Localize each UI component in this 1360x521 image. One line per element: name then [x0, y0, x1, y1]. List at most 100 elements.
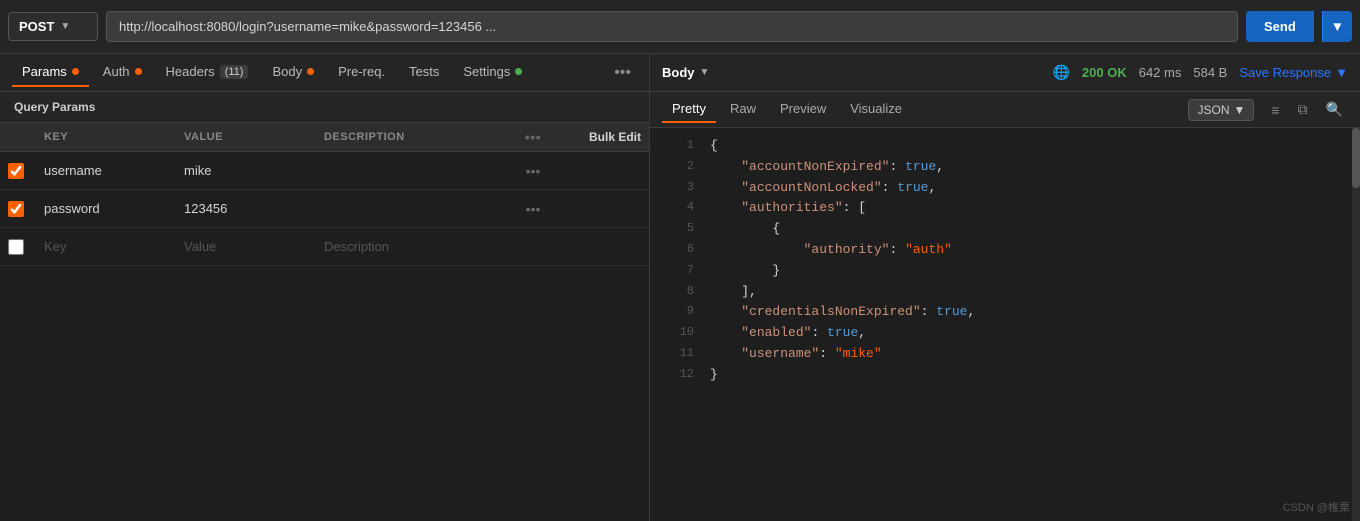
json-brace-close: } [710, 365, 718, 386]
col-header-value: VALUE [184, 131, 324, 143]
tab-prereq[interactable]: Pre-req. [328, 58, 395, 87]
col-header-description: DESCRIPTION [324, 131, 515, 143]
body-dropdown-icon[interactable]: ▼ [700, 67, 710, 78]
right-panel: Body ▼ 🌐 200 OK 642 ms 584 B Save Respon… [650, 54, 1360, 521]
tab-settings[interactable]: Settings [453, 58, 532, 87]
resp-tab-raw[interactable]: Raw [720, 96, 766, 123]
json-line-11: 11 "username": "mike" [650, 344, 1360, 365]
tab-headers[interactable]: Headers (11) [156, 58, 259, 87]
col-header-key: KEY [44, 131, 184, 143]
vertical-scrollbar[interactable] [1352, 128, 1360, 521]
line-num-1: 1 [658, 136, 694, 157]
json-key-credentialsNonExpired: "credentialsNonExpired" [741, 302, 920, 323]
method-label: POST [19, 19, 54, 34]
row1-checkbox[interactable] [8, 163, 24, 179]
json-val-accountNonExpired: true [905, 157, 936, 178]
json-line-2: 2 "accountNonExpired": true, [650, 157, 1360, 178]
line-num-12: 12 [658, 365, 694, 386]
status-badges: 🌐 200 OK 642 ms 584 B Save Response ▼ [1052, 64, 1348, 81]
tab-headers-label: Headers [166, 64, 215, 79]
json-line-9: 9 "credentialsNonExpired": true, [650, 302, 1360, 323]
row2-key: password [44, 201, 184, 216]
json-key-accountNonExpired: "accountNonExpired" [741, 157, 889, 178]
json-val-enabled: true [827, 323, 858, 344]
line-num-5: 5 [658, 219, 694, 240]
table-row: password 123456 ••• [0, 190, 649, 228]
row3-checkbox[interactable] [8, 239, 24, 255]
copy-icon[interactable]: ⧉ [1293, 98, 1313, 121]
send-button[interactable]: Send [1246, 11, 1314, 42]
auth-dot [135, 68, 142, 75]
json-line-12: 12 } [650, 365, 1360, 386]
tab-params[interactable]: Params [12, 58, 89, 87]
line-num-4: 4 [658, 198, 694, 219]
tab-auth-label: Auth [103, 64, 130, 79]
json-val-credentialsNonExpired: true [936, 302, 967, 323]
tab-params-label: Params [22, 64, 67, 79]
row1-key: username [44, 163, 184, 178]
query-params-section-title: Query Params [0, 92, 649, 123]
send-dropdown-button[interactable]: ▼ [1322, 11, 1352, 42]
watermark: CSDN @椎栗 [1283, 499, 1350, 515]
tab-tests[interactable]: Tests [399, 58, 449, 87]
col-header-more: ••• [515, 129, 551, 145]
table-row: username mike ••• [0, 152, 649, 190]
scrollbar-thumb[interactable] [1352, 128, 1360, 188]
resp-tab-pretty[interactable]: Pretty [662, 96, 716, 123]
request-tabs-bar: Params Auth Headers (11) Body Pre-req. T… [0, 54, 649, 92]
line-num-3: 3 [658, 178, 694, 199]
table-row-empty: Key Value Description [0, 228, 649, 266]
method-chevron-icon: ▼ [60, 21, 70, 32]
row3-description-placeholder: Description [324, 239, 515, 254]
body-dot [307, 68, 314, 75]
status-ok-badge: 200 OK [1082, 65, 1127, 80]
row3-value-placeholder: Value [184, 239, 324, 254]
json-val-accountNonLocked: true [897, 178, 928, 199]
json-key-accountNonLocked: "accountNonLocked" [741, 178, 881, 199]
resp-tab-visualize[interactable]: Visualize [840, 96, 912, 123]
row1-more-icon[interactable]: ••• [515, 163, 551, 179]
section-title-text: Query Params [14, 100, 95, 114]
line-num-2: 2 [658, 157, 694, 178]
params-table-header: KEY VALUE DESCRIPTION ••• Bulk Edit [0, 123, 649, 152]
line-num-11: 11 [658, 344, 694, 365]
save-response-button[interactable]: Save Response ▼ [1239, 65, 1348, 80]
method-selector[interactable]: POST ▼ [8, 12, 98, 41]
tab-prereq-label: Pre-req. [338, 64, 385, 79]
json-val-authorities-open: [ [858, 198, 866, 219]
response-action-icons: ≡ ⧉ 🔍 [1266, 98, 1348, 121]
json-line-5: 5 { [650, 219, 1360, 240]
globe-icon: 🌐 [1052, 64, 1069, 81]
json-line-4: 4 "authorities": [ [650, 198, 1360, 219]
json-key-authorities: "authorities" [741, 198, 842, 219]
more-tabs-icon[interactable]: ••• [608, 60, 637, 86]
tab-settings-label: Settings [463, 64, 510, 79]
json-format-label: JSON [1197, 103, 1229, 117]
json-val-authority: "auth" [905, 240, 952, 261]
response-body-label-text: Body [662, 65, 695, 80]
json-line-8: 8 ], [650, 282, 1360, 303]
json-val-username: "mike" [835, 344, 882, 365]
json-format-selector[interactable]: JSON ▼ [1188, 99, 1254, 121]
row2-checkbox[interactable] [8, 201, 24, 217]
line-num-6: 6 [658, 240, 694, 261]
url-input[interactable] [106, 11, 1238, 42]
response-label: Body ▼ [662, 65, 709, 80]
row2-more-icon[interactable]: ••• [515, 201, 551, 217]
search-icon[interactable]: 🔍 [1321, 98, 1348, 121]
save-response-chevron-icon: ▼ [1335, 65, 1348, 80]
bulk-edit-button[interactable]: Bulk Edit [589, 130, 641, 144]
tab-auth[interactable]: Auth [93, 58, 152, 87]
json-line-7: 7 } [650, 261, 1360, 282]
response-format-tabs: Pretty Raw Preview Visualize JSON ▼ ≡ ⧉ … [650, 92, 1360, 128]
line-num-7: 7 [658, 261, 694, 282]
tab-body[interactable]: Body [262, 58, 324, 87]
line-num-8: 8 [658, 282, 694, 303]
row1-value: mike [184, 163, 324, 178]
resp-tab-preview[interactable]: Preview [770, 96, 836, 123]
line-num-10: 10 [658, 323, 694, 344]
response-header-bar: Body ▼ 🌐 200 OK 642 ms 584 B Save Respon… [650, 54, 1360, 92]
json-viewer: 1 { 2 "accountNonExpired": true, 3 "acco… [650, 128, 1360, 521]
filter-icon[interactable]: ≡ [1266, 99, 1284, 121]
status-time-badge: 642 ms [1139, 65, 1182, 80]
